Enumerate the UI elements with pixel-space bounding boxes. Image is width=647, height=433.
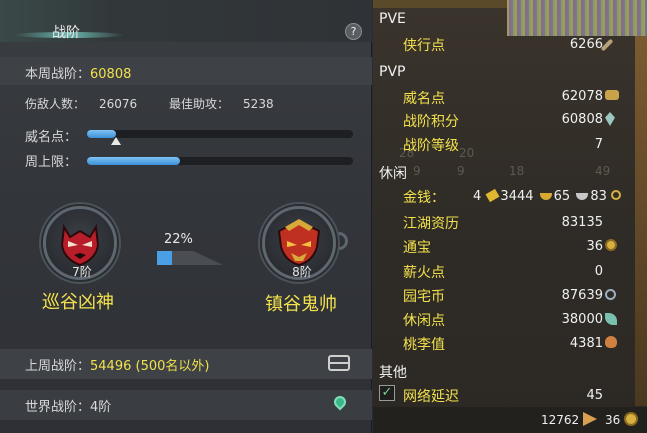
faint-number: 20 xyxy=(459,146,475,160)
treasure-chest-icon[interactable] xyxy=(328,355,350,371)
footer-count-value: 12762 xyxy=(541,413,580,427)
rank-score-label: 战阶积分 xyxy=(403,114,459,130)
injured-label: 伤敌人数： xyxy=(25,97,86,111)
rank-level-label: 战阶等级 xyxy=(403,138,459,154)
fame-progress-marker xyxy=(111,137,122,145)
rank-score-value: 60808 xyxy=(561,112,603,127)
assist-label: 最佳助攻： xyxy=(169,97,230,111)
weekly-rank-row: 本周战阶：60808 xyxy=(0,57,372,85)
money-gold-value: 3444 xyxy=(500,189,534,204)
status-footer: 12762 36 xyxy=(373,407,647,433)
currency-panel: 9 9 18 49 28 20 PVE 侠行点 6266 PVP 威名点 620… xyxy=(373,0,647,433)
house-coin-value: 87639 xyxy=(561,288,603,303)
money-silver-value: 65 xyxy=(553,189,571,204)
peach-value-value: 4381 xyxy=(569,336,603,351)
faint-number: 9 xyxy=(457,164,465,178)
rank-panel: 战阶 ? 本周战阶：60808 伤敌人数： 26076 最佳助攻： 5238 威名点… xyxy=(0,0,372,433)
current-rank-name: 巡谷凶神 xyxy=(42,292,114,313)
fame-points-label: 威名点 xyxy=(403,91,445,107)
money-copper-value: 83 xyxy=(590,189,607,204)
next-rank-tier: 8阶 xyxy=(292,265,312,279)
week-cap-label: 周上限： xyxy=(25,155,78,170)
section-other: 其他 xyxy=(379,365,407,381)
leisure-points-label: 休闲点 xyxy=(403,313,445,329)
crystal-icon xyxy=(605,112,615,126)
panel-titlebar: 战阶 ? xyxy=(0,0,372,42)
section-pvp: PVP xyxy=(379,64,406,80)
network-latency-checkbox[interactable]: ✓ xyxy=(379,385,395,401)
help-icon[interactable]: ? xyxy=(345,23,362,40)
coin-icon[interactable] xyxy=(624,412,638,426)
faint-number: 9 xyxy=(413,164,421,178)
house-coin-icon xyxy=(605,289,616,300)
faint-number: 18 xyxy=(509,164,525,178)
assist-value: 5238 xyxy=(243,97,274,111)
copper-coin-icon xyxy=(611,190,622,200)
peach-icon xyxy=(605,336,617,348)
house-coin-label: 园宅币 xyxy=(403,289,445,305)
buff-icons-strip xyxy=(507,0,647,36)
tongbao-label: 通宝 xyxy=(403,240,431,256)
rank-progress-arrow-fill xyxy=(157,251,172,265)
flag-icon[interactable] xyxy=(583,412,597,426)
last-week-label: 上周战阶： xyxy=(25,359,91,374)
rank-level-value: 7 xyxy=(594,137,603,152)
section-pve: PVE xyxy=(379,11,406,27)
fame-progress-bar xyxy=(87,130,353,145)
network-latency-label: 网络延迟 xyxy=(403,389,459,405)
fame-label: 威名点： xyxy=(25,130,78,145)
top-decoration-bar xyxy=(373,0,507,8)
best-assist: 最佳助攻： 5238 xyxy=(169,97,288,111)
silver-ingot-icon xyxy=(576,193,589,200)
section-leisure: 休闲 xyxy=(379,166,407,182)
week-cap-progress-bar xyxy=(87,157,353,165)
gold-ingot-icon xyxy=(539,193,552,200)
leisure-points-value: 38000 xyxy=(561,312,603,327)
week-cap-progress-fill xyxy=(87,157,181,165)
battle-stats-row: 伤敌人数： 26076 最佳助攻： 5238 xyxy=(25,95,302,112)
current-rank-tier: 7阶 xyxy=(72,265,92,279)
network-latency-value: 45 xyxy=(586,388,603,403)
money-values: 4 3444 65 83 xyxy=(473,188,622,204)
peach-value-label: 桃李值 xyxy=(403,337,445,353)
xiaxing-points-value: 6266 xyxy=(569,37,603,52)
world-rank-row: 世界战阶：4阶 xyxy=(0,390,372,420)
jianghu-seniority-label: 江湖资历 xyxy=(403,216,459,232)
next-rank-name: 镇谷鬼帅 xyxy=(265,294,337,315)
footer-coin-value: 36 xyxy=(605,413,621,427)
injured-value: 26076 xyxy=(99,97,138,111)
world-rank-text: 世界战阶：4阶 xyxy=(25,400,112,415)
panel-title: 战阶 xyxy=(52,25,80,41)
last-week-rank-row: 上周战阶：54496 (500名以外) xyxy=(0,349,372,379)
money-gold-bar-value: 4 xyxy=(473,189,482,204)
weekly-rank-label: 本周战阶： xyxy=(25,67,91,82)
coin-icon xyxy=(605,239,617,251)
rank-progress-percent: 22% xyxy=(164,232,193,247)
xinhuo-points-label: 薪火点 xyxy=(403,265,445,281)
rank-progress-arrow xyxy=(157,251,223,265)
weekly-rank-value: 60808 xyxy=(90,67,132,82)
injured-count: 伤敌人数： 26076 xyxy=(25,97,151,111)
money-label: 金钱： xyxy=(403,190,445,206)
fame-points-value: 62078 xyxy=(561,89,603,104)
gold-bar-icon xyxy=(485,188,500,203)
xiaxing-points-label: 侠行点 xyxy=(403,38,445,54)
faint-number: 49 xyxy=(595,164,611,178)
tongbao-value: 36 xyxy=(586,239,603,254)
xinhuo-points-value: 0 xyxy=(594,264,603,279)
panel-edge-decoration xyxy=(635,36,647,406)
jianghu-seniority-value: 83135 xyxy=(561,215,603,230)
leaf-icon xyxy=(605,313,617,325)
mask-icon xyxy=(605,90,619,100)
last-week-value: 54496 (500名以外) xyxy=(90,359,210,374)
